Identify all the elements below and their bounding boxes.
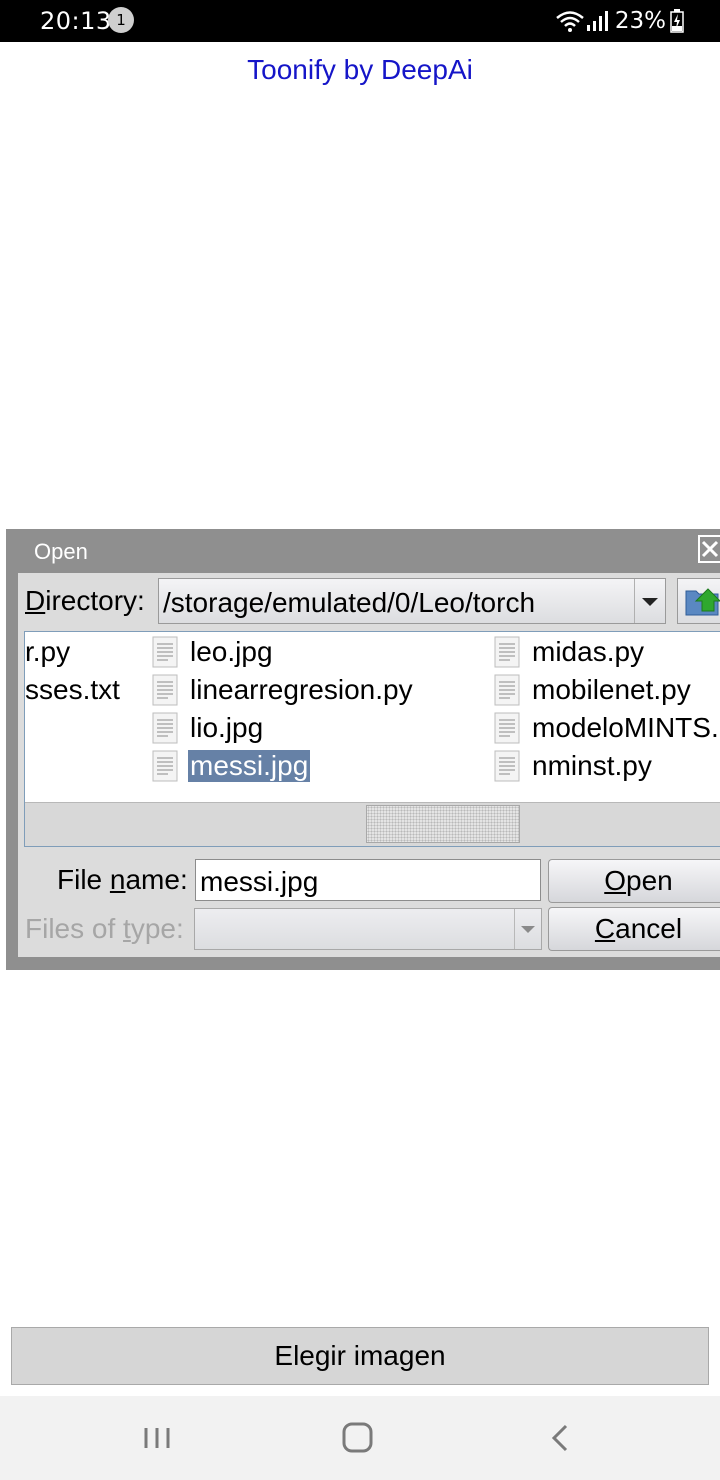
list-item[interactable]: r.py: [25, 634, 72, 670]
navigation-bar: [0, 1396, 720, 1480]
horizontal-scrollbar[interactable]: [25, 802, 720, 846]
cancel-button[interactable]: Cancel: [548, 907, 720, 951]
directory-label: Directory:: [25, 585, 145, 616]
file-icon: [152, 636, 178, 668]
wifi-icon: [556, 11, 584, 32]
file-name: messi.jpg: [188, 750, 311, 782]
status-icons: 23%: [555, 7, 684, 35]
file-name: sses.txt: [25, 674, 120, 705]
back-icon[interactable]: [546, 1418, 574, 1458]
open-file-dialog: Open Directory: /storage/emulated/0/Leo/…: [6, 529, 720, 970]
list-item[interactable]: sses.txt: [25, 672, 122, 708]
file-name-field[interactable]: messi.jpg: [195, 859, 541, 901]
file-name: leo.jpg: [190, 636, 273, 667]
directory-combo[interactable]: /storage/emulated/0/Leo/torch: [158, 578, 666, 624]
list-item[interactable]: midas.py: [494, 634, 646, 670]
file-name-label: File name:: [57, 864, 188, 895]
up-one-level-button[interactable]: [677, 578, 720, 624]
choose-image-button[interactable]: Elegir imagen: [11, 1327, 709, 1385]
file-icon: [494, 636, 520, 668]
file-icon: [494, 750, 520, 782]
file-name: mobilenet.py: [532, 674, 691, 705]
list-item-selected[interactable]: messi.jpg: [152, 748, 311, 784]
file-icon: [494, 674, 520, 706]
home-icon[interactable]: [340, 1418, 376, 1458]
list-item[interactable]: mobilenet.py: [494, 672, 693, 708]
file-icon: [152, 750, 178, 782]
scrollbar-thumb[interactable]: [366, 805, 520, 843]
files-of-type-label: Files of type:: [25, 913, 184, 944]
file-name: linearregresion.py: [190, 674, 413, 705]
directory-path: /storage/emulated/0/Leo/torch: [163, 587, 536, 618]
battery-percent: 23%: [614, 8, 666, 34]
recent-apps-icon[interactable]: [142, 1418, 172, 1458]
list-item[interactable]: nminst.py: [494, 748, 654, 784]
file-name-value: messi.jpg: [200, 866, 319, 897]
file-name: midas.py: [532, 636, 645, 667]
dialog-body: Directory: /storage/emulated/0/Leo/torch…: [18, 573, 720, 957]
files-of-type-combo[interactable]: [194, 908, 542, 950]
open-button[interactable]: Open: [548, 859, 720, 903]
list-item[interactable]: leo.jpg: [152, 634, 275, 670]
status-bar: 20:13 1 23%: [0, 0, 720, 42]
battery-charging-icon: [670, 9, 684, 33]
app-title: Toonify by DeepAi: [247, 54, 473, 85]
chevron-down-icon: [634, 579, 665, 623]
file-name: modeloMINTS.: [532, 712, 719, 743]
file-icon: [152, 674, 178, 706]
close-button[interactable]: [698, 535, 720, 563]
file-name: r.py: [25, 636, 71, 667]
signal-icon: [586, 11, 608, 31]
file-list[interactable]: r.py sses.txt leo.jpg linearregresion.py…: [24, 631, 720, 847]
file-name: lio.jpg: [190, 712, 264, 743]
notification-count-badge: 1: [108, 7, 134, 33]
list-item[interactable]: modeloMINTS.: [494, 710, 720, 746]
file-icon: [152, 712, 178, 744]
list-item[interactable]: linearregresion.py: [152, 672, 415, 708]
close-icon: [701, 540, 719, 558]
chevron-down-icon: [514, 909, 541, 949]
status-time: 20:13: [40, 7, 112, 35]
folder-up-icon: [685, 588, 720, 616]
dialog-title: Open: [34, 539, 88, 564]
file-name: nminst.py: [532, 750, 652, 781]
file-icon: [494, 712, 520, 744]
list-item[interactable]: lio.jpg: [152, 710, 265, 746]
